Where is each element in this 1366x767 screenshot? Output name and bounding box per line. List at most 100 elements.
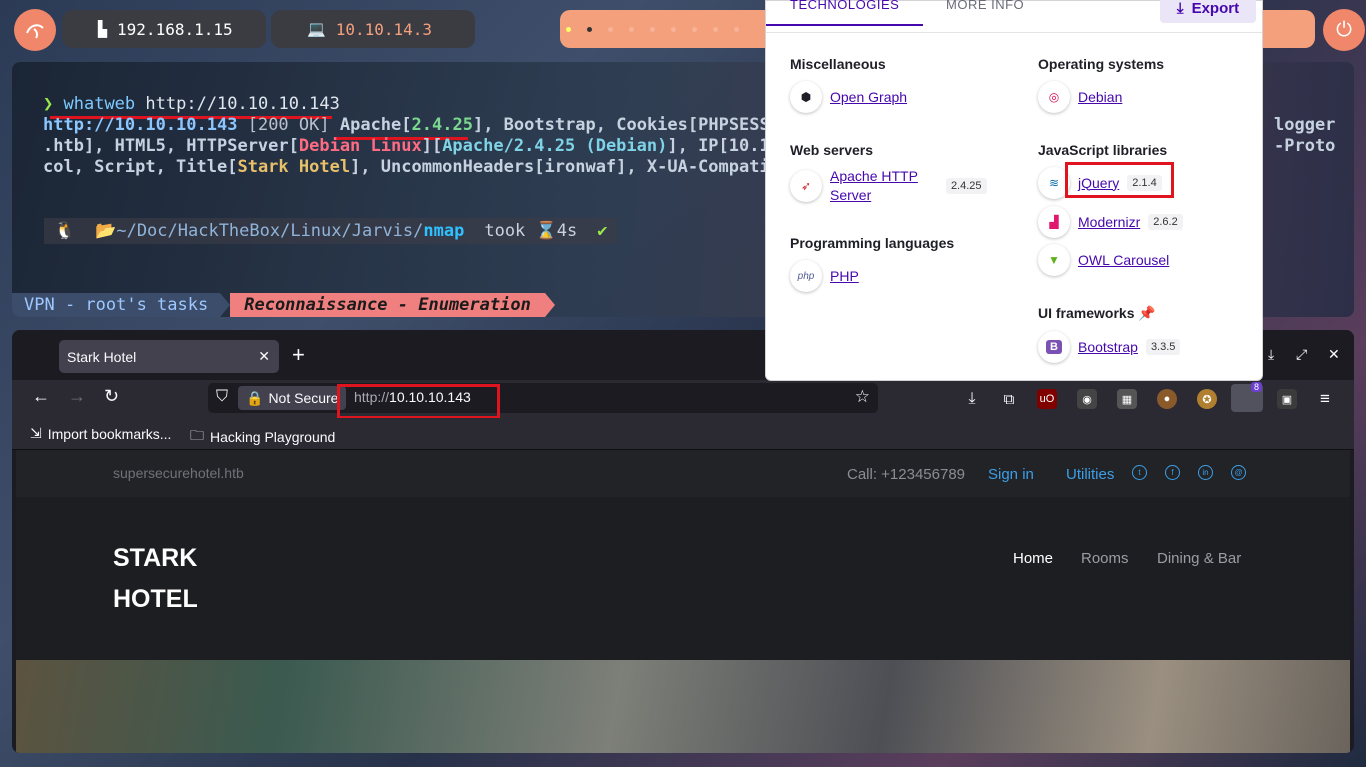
- workspace-dot[interactable]: [713, 26, 718, 32]
- close-window-icon[interactable]: ✕: [1328, 346, 1340, 363]
- hourglass-icon: ⌛: [535, 221, 557, 241]
- vpn-ip-text: 10.10.14.3: [335, 19, 433, 39]
- debian-swirl-icon: ◎: [1038, 81, 1070, 113]
- bookmark-folder-hacking-playground[interactable]: 🗀 Hacking Playground: [190, 425, 335, 449]
- new-tab-icon[interactable]: +: [292, 342, 305, 368]
- url-bar[interactable]: ⛉ 🔒 Not Secure http://10.10.10.143 ☆: [208, 383, 878, 413]
- tab-more-info[interactable]: MORE INFO: [946, 0, 1024, 12]
- workspace-dot[interactable]: [629, 26, 634, 32]
- category-javascript-libraries: JavaScript libraries: [1038, 142, 1168, 158]
- workspace-dot[interactable]: [734, 26, 739, 32]
- tmux-session-name[interactable]: VPN - root's tasks: [12, 293, 221, 317]
- extensions-puzzle-icon[interactable]: ⧉: [999, 389, 1019, 409]
- category-operating-systems: Operating systems: [1038, 56, 1165, 72]
- wappalyzer-icon[interactable]: 8: [1231, 382, 1263, 412]
- workspace-dot[interactable]: [692, 26, 697, 32]
- hamburger-menu-icon[interactable]: ≡: [1315, 389, 1335, 409]
- pin-icon[interactable]: 📌: [1138, 305, 1155, 321]
- forward-arrow-icon[interactable]: →: [68, 386, 86, 407]
- whatweb-output-line-2: .htb], HTML5, HTTPServer[Debian Linux][A…: [43, 136, 780, 156]
- directory-segment: 📂 ~/Doc/HackTheBox/Linux/Jarvis/nmap: [85, 218, 475, 244]
- folder-icon: 📂: [95, 221, 117, 241]
- facebook-icon[interactable]: f: [1165, 465, 1180, 480]
- folder-icon: 🗀: [190, 427, 204, 443]
- reload-icon[interactable]: ↻: [104, 386, 119, 407]
- target-ip-text: 192.168.1.15: [117, 19, 233, 39]
- vpn-ip-widget[interactable]: 💻 10.10.14.3: [271, 10, 475, 48]
- wappalyzer-tabs: TECHNOLOGIES MORE INFO ⤓ Export: [766, 0, 1262, 33]
- whatweb-output-line-3: col, Script, Title[Stark Hotel], Uncommo…: [43, 157, 780, 177]
- workspace-dot[interactable]: [650, 26, 655, 32]
- export-button[interactable]: ⤓ Export: [1160, 0, 1256, 23]
- target-ip-widget[interactable]: ▙ 192.168.1.15: [62, 10, 266, 48]
- command-argument: http://10.10.10.143: [145, 94, 340, 114]
- tech-apache[interactable]: ➶ Apache HTTP Server 2.4.25: [790, 167, 987, 205]
- command-line: ❯ whatweb http://10.10.10.143: [43, 94, 340, 114]
- linux-icon: 🐧: [44, 218, 86, 244]
- ublock-icon[interactable]: uO: [1037, 389, 1057, 409]
- download-icon: ⤓: [1176, 0, 1184, 17]
- linkedin-icon[interactable]: in: [1198, 465, 1213, 480]
- workspace-dot[interactable]: [566, 26, 571, 32]
- account-icon[interactable]: ▣: [1277, 389, 1297, 409]
- directory-path: ~/Doc/HackTheBox/Linux/Jarvis/: [116, 221, 424, 241]
- hacktools-icon[interactable]: ✪: [1197, 389, 1217, 409]
- bookmark-star-icon[interactable]: ☆: [855, 387, 870, 407]
- kali-menu-button[interactable]: [14, 9, 56, 51]
- bootstrap-icon: B: [1038, 331, 1070, 363]
- email-icon[interactable]: @: [1231, 465, 1246, 480]
- insecure-lock-icon: 🔒: [246, 389, 264, 406]
- apache-feather-icon: ➶: [790, 170, 822, 202]
- tech-modernizr[interactable]: ▟ Modernizr 2.6.2: [1038, 206, 1183, 238]
- tech-php[interactable]: php PHP: [790, 260, 859, 292]
- not-secure-indicator[interactable]: 🔒 Not Secure: [238, 386, 347, 410]
- tab-technologies[interactable]: TECHNOLOGIES: [766, 0, 924, 26]
- tech-debian[interactable]: ◎ Debian: [1038, 81, 1122, 113]
- close-tab-icon[interactable]: ✕: [258, 348, 270, 365]
- sign-in-link[interactable]: Sign in: [988, 466, 1034, 483]
- power-button[interactable]: ⏻: [1323, 9, 1365, 51]
- duration-value: 4s: [556, 221, 578, 241]
- nav-rooms[interactable]: Rooms: [1081, 550, 1129, 567]
- import-bookmarks-link[interactable]: ⇲ Import bookmarks...: [30, 425, 171, 442]
- back-arrow-icon[interactable]: ←: [32, 386, 50, 407]
- cookie-editor-icon[interactable]: ●: [1157, 389, 1177, 409]
- red-highlight-box: [1065, 162, 1174, 198]
- tech-bootstrap[interactable]: B Bootstrap 3.3.5: [1038, 331, 1181, 363]
- nav-home[interactable]: Home: [1013, 550, 1053, 567]
- category-ui-frameworks: UI frameworks 📌: [1038, 305, 1156, 321]
- success-check-icon: ✔: [587, 218, 618, 244]
- minimize-icon[interactable]: ⤓: [1268, 346, 1274, 363]
- output-line-2-tail: -Proto: [1274, 136, 1336, 156]
- tab-stark-hotel[interactable]: Stark Hotel ✕: [59, 340, 279, 373]
- navigation-toolbar: ← → ↻ ⛉ 🔒 Not Secure http://10.10.10.143 …: [12, 380, 1354, 419]
- open-graph-icon: ⬢: [790, 81, 822, 113]
- red-highlight-box: [337, 384, 500, 419]
- site-logo[interactable]: STARK HOTEL: [113, 538, 198, 620]
- apache-version: 2.4.25: [945, 178, 987, 194]
- tracking-shield-icon[interactable]: ⛉: [216, 388, 228, 406]
- qr-code-icon[interactable]: ▦: [1117, 389, 1137, 409]
- foxyproxy-icon[interactable]: ◉: [1077, 389, 1097, 409]
- web-page-content: supersecurehotel.htb Call: +123456789 Si…: [16, 450, 1350, 753]
- directory-current: nmap: [423, 221, 465, 241]
- wappalyzer-badge: 8: [1250, 382, 1262, 392]
- tray-widget[interactable]: [1255, 10, 1315, 48]
- nav-dining-bar[interactable]: Dining & Bar: [1157, 550, 1241, 567]
- workspace-dot[interactable]: [671, 26, 676, 32]
- tech-open-graph[interactable]: ⬢ Open Graph: [790, 81, 907, 113]
- downloads-icon[interactable]: ⤓: [962, 389, 982, 409]
- duration-segment: took ⌛ 4s: [474, 218, 588, 244]
- twitter-icon[interactable]: t: [1132, 465, 1147, 480]
- tmux-window-name[interactable]: Reconnaissance - Enumeration: [230, 293, 545, 317]
- bookmarks-toolbar: ⇲ Import bookmarks... 🗀 Hacking Playground: [12, 418, 1354, 450]
- site-domain: supersecurehotel.htb: [113, 465, 244, 481]
- workspace-switcher[interactable]: [560, 10, 770, 48]
- maximize-icon[interactable]: ⤢: [1296, 346, 1307, 363]
- tech-owl-carousel[interactable]: ▼ OWL Carousel: [1038, 244, 1169, 276]
- workspace-dot[interactable]: [608, 26, 613, 32]
- utilities-link[interactable]: Utilities: [1066, 466, 1114, 483]
- tab-title: Stark Hotel: [67, 348, 137, 365]
- workspace-dot-active[interactable]: [587, 26, 592, 32]
- hero-image: [16, 660, 1350, 753]
